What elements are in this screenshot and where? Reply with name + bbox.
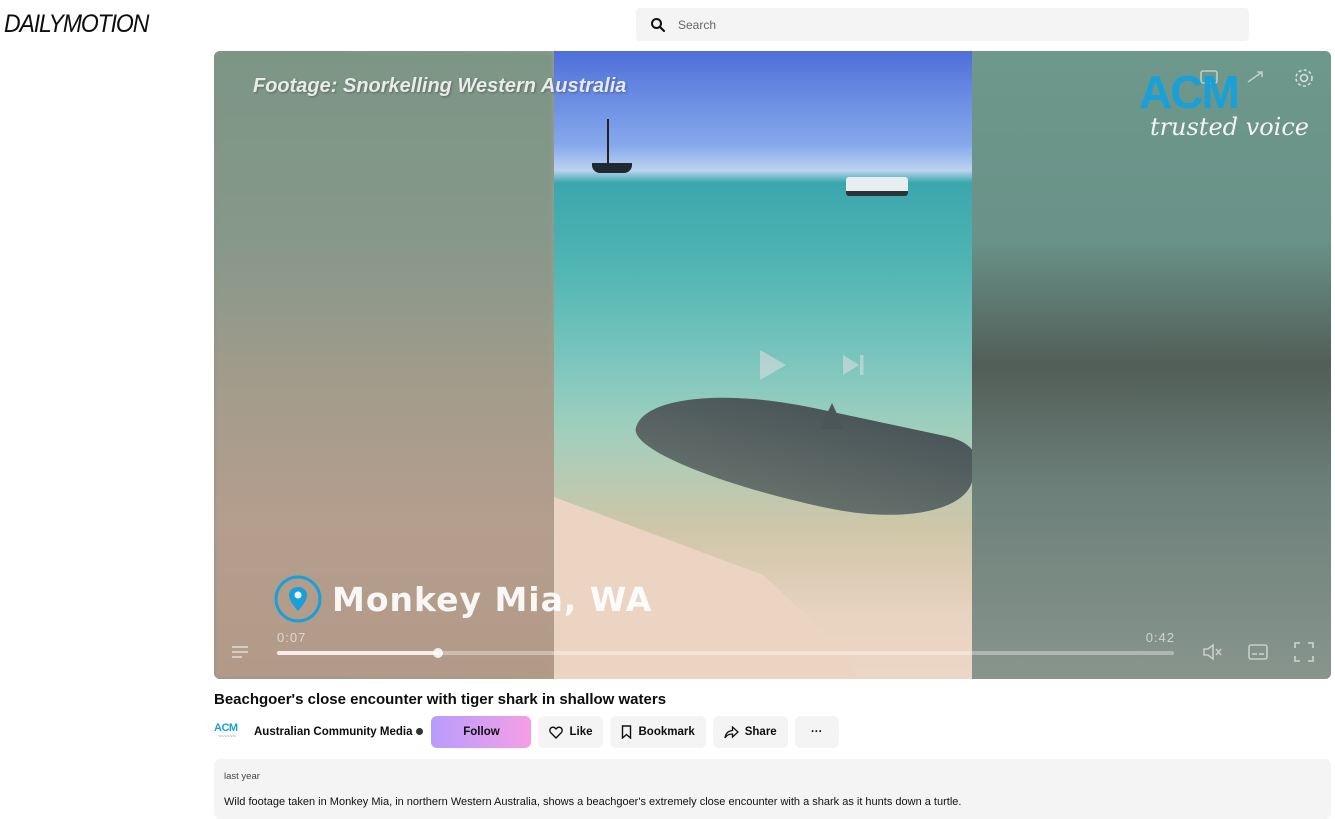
play-icon[interactable]	[754, 347, 790, 383]
motorboat	[846, 177, 908, 196]
heart-icon	[549, 726, 564, 739]
bookmark-button[interactable]: Bookmark	[610, 716, 706, 748]
total-time: 0:42	[1145, 630, 1175, 645]
search-bar[interactable]	[636, 8, 1249, 41]
footage-caption: Footage: Snorkelling Western Australia	[253, 75, 627, 97]
upload-date: last year	[224, 771, 260, 782]
acm-brand-watermark: ACM trusted voice	[1139, 65, 1309, 149]
tiger-shark	[627, 372, 972, 537]
follow-button[interactable]: Follow	[431, 716, 532, 748]
share-label: Share	[744, 726, 777, 738]
more-options-button[interactable]: ···	[794, 716, 839, 748]
bookmark-label: Bookmark	[638, 726, 695, 738]
playlist-icon[interactable]	[229, 641, 251, 663]
share-icon	[724, 725, 739, 738]
mute-icon[interactable]	[1201, 641, 1223, 663]
share-button[interactable]: Share	[712, 716, 788, 748]
channel-avatar-tagline: ~~~~~~	[218, 734, 236, 740]
channel-avatar[interactable]: ACM ~~~~~~	[214, 722, 246, 742]
next-icon[interactable]	[840, 352, 866, 378]
map-pin-icon	[274, 575, 322, 623]
sailboat-mast	[607, 119, 609, 165]
video-title: Beachgoer's close encounter with tiger s…	[214, 691, 667, 708]
subtitles-icon[interactable]	[1247, 641, 1269, 663]
fullscreen-icon[interactable]	[1293, 641, 1315, 663]
search-input[interactable]	[676, 16, 1220, 33]
brand-tagline: trusted voice	[1149, 113, 1309, 141]
center-controls	[754, 347, 866, 383]
shark-fin	[820, 403, 844, 429]
bookmark-icon	[622, 725, 632, 739]
verified-badge-icon	[416, 728, 424, 736]
channel-name-text: Australian Community Media	[254, 726, 413, 738]
like-label: Like	[569, 726, 593, 738]
dailymotion-logo[interactable]: DAILYMOTION	[4, 10, 149, 39]
channel-name[interactable]: Australian Community Media	[254, 726, 424, 738]
sailboat	[592, 163, 632, 173]
progress-bar[interactable]	[277, 648, 1174, 658]
progress-fill	[277, 651, 439, 655]
description-text: Wild footage taken in Monkey Mia, in nor…	[224, 796, 962, 808]
channel-actions-row: ACM ~~~~~~ Australian Community Media Fo…	[214, 716, 839, 748]
like-button[interactable]: Like	[538, 716, 604, 748]
search-icon	[651, 17, 666, 32]
location-label: Monkey Mia, WA	[332, 579, 653, 619]
brand-logo-text: ACM	[1139, 66, 1240, 118]
video-player[interactable]: Footage: Snorkelling Western Australia A…	[214, 51, 1331, 679]
description-panel[interactable]: last year Wild footage taken in Monkey M…	[214, 759, 1331, 819]
channel-avatar-text: ACM	[214, 722, 238, 734]
location-overlay: Monkey Mia, WA	[274, 575, 652, 623]
current-time: 0:07	[277, 630, 307, 645]
